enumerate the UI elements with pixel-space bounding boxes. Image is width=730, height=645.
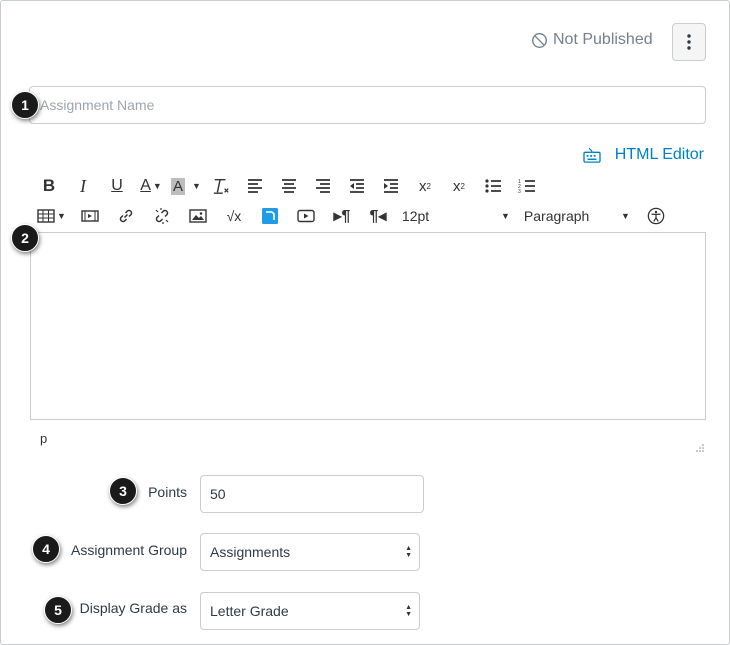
callout-5: 5 <box>44 596 72 624</box>
status-label: Not Published <box>553 31 653 48</box>
select-arrows-icon: ▲ ▼ <box>405 545 412 559</box>
numbered-list-button[interactable]: 123 <box>515 174 539 198</box>
chevron-down-icon: ▼ <box>621 211 630 221</box>
subscript-button[interactable]: x2 <box>447 174 471 198</box>
html-editor-label: HTML Editor <box>614 146 704 163</box>
svg-text:3: 3 <box>518 189 521 195</box>
callout-2: 2 <box>11 224 39 252</box>
block-format-select[interactable]: Paragraph ▼ <box>524 204 630 228</box>
resize-handle-icon[interactable] <box>694 442 704 452</box>
callout-4: 4 <box>32 535 60 563</box>
rtl-button[interactable]: ¶◂ <box>366 204 390 228</box>
accessibility-icon <box>647 207 665 225</box>
align-left-icon <box>247 179 262 193</box>
points-label: Points <box>148 484 187 500</box>
align-right-icon <box>315 179 330 193</box>
text-color-button[interactable]: A ▼ <box>139 174 163 198</box>
select-arrows-icon: ▲ ▼ <box>405 604 412 618</box>
editor-path: p <box>40 431 48 446</box>
media-icon <box>81 210 99 222</box>
bullet-list-icon <box>485 179 501 193</box>
image-button[interactable] <box>186 204 210 228</box>
text-color-icon: A <box>140 177 151 194</box>
align-center-button[interactable] <box>277 174 301 198</box>
equation-button[interactable]: √x <box>222 204 246 228</box>
indent-button[interactable] <box>379 174 403 198</box>
link-icon <box>119 209 133 223</box>
rich-text-editor[interactable] <box>30 232 706 420</box>
chevron-down-icon: ▼ <box>57 211 66 221</box>
editor-toolbar-row-1: B I U A ▼ A ▼ x2 x2 123 <box>37 174 549 198</box>
bullet-list-button[interactable] <box>481 174 505 198</box>
chevron-down-icon: ▼ <box>192 181 201 191</box>
publish-status[interactable]: Not Published <box>531 31 653 49</box>
unlink-button[interactable] <box>150 204 174 228</box>
html-editor-link[interactable]: HTML Editor <box>583 146 704 164</box>
kebab-menu-icon <box>687 34 691 50</box>
superscript-marker: 2 <box>426 181 431 191</box>
background-color-button[interactable]: A ▼ <box>171 174 201 198</box>
assignment-group-select[interactable]: Assignments ▲ ▼ <box>200 533 420 571</box>
indent-icon <box>383 179 398 193</box>
table-icon <box>37 209 55 223</box>
embed-icon <box>261 208 278 224</box>
keyboard-icon <box>583 147 601 163</box>
numbered-list-icon: 123 <box>518 179 535 195</box>
video-icon <box>297 209 315 223</box>
chevron-down-icon: ▼ <box>501 211 510 221</box>
font-size-select[interactable]: 12pt ▼ <box>402 204 510 228</box>
points-value: 50 <box>210 486 226 502</box>
callout-3: 3 <box>109 477 137 505</box>
media-button[interactable] <box>78 204 102 228</box>
square-root-icon: √x <box>226 208 242 224</box>
edit-assignment-panel: Not Published 1 HTML Editor B I U A▼ A▼ <box>0 0 730 645</box>
video-button[interactable] <box>294 204 318 228</box>
background-color-icon: A <box>171 177 186 195</box>
callout-1: 1 <box>11 91 39 119</box>
align-center-icon <box>281 179 296 193</box>
more-options-button[interactable] <box>672 23 706 61</box>
rtl-icon: ¶◂ <box>369 208 387 225</box>
assignment-group-value: Assignments <box>210 544 291 560</box>
display-grade-select[interactable]: Letter Grade ▲ ▼ <box>200 592 420 630</box>
subscript-marker: 2 <box>460 181 465 191</box>
block-format-value: Paragraph <box>523 208 590 224</box>
align-right-button[interactable] <box>311 174 335 198</box>
editor-toolbar-row-2: ▼ √x ▸¶ ¶◂ 12pt ▼ Paragraph ▼ <box>37 204 678 228</box>
align-left-button[interactable] <box>243 174 267 198</box>
underline-button[interactable]: U <box>105 174 129 198</box>
assignment-name-input[interactable] <box>29 86 706 124</box>
embed-button[interactable] <box>258 204 282 228</box>
clear-formatting-button[interactable] <box>209 174 233 198</box>
link-button[interactable] <box>114 204 138 228</box>
accessibility-checker-button[interactable] <box>644 204 668 228</box>
bold-button[interactable]: B <box>37 174 61 198</box>
table-button[interactable]: ▼ <box>37 204 66 228</box>
ltr-icon: ▸¶ <box>333 208 351 225</box>
image-icon <box>189 209 207 223</box>
ltr-button[interactable]: ▸¶ <box>330 204 354 228</box>
points-input[interactable]: 50 <box>200 475 424 513</box>
font-size-value: 12pt <box>401 208 430 224</box>
outdent-button[interactable] <box>345 174 369 198</box>
outdent-icon <box>349 179 364 193</box>
superscript-button[interactable]: x2 <box>413 174 437 198</box>
italic-button[interactable]: I <box>71 174 95 198</box>
unlink-icon <box>155 208 169 224</box>
not-published-icon <box>532 32 547 48</box>
display-grade-label: Display Grade as <box>79 600 187 616</box>
clear-formatting-icon <box>213 178 229 194</box>
display-grade-value: Letter Grade <box>210 603 289 619</box>
chevron-down-icon: ▼ <box>152 181 162 191</box>
assignment-group-label: Assignment Group <box>71 542 187 558</box>
